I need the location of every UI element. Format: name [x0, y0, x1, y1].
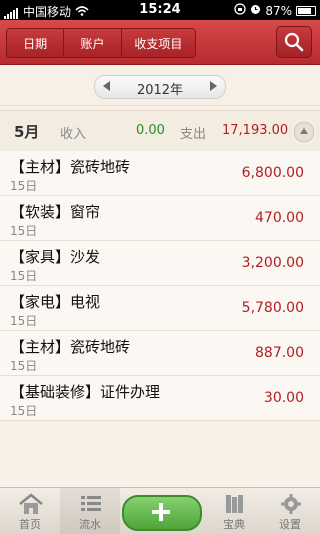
entry-amount: 3,200.00 [241, 255, 304, 271]
entry-title: 【基础装修】证件办理 [10, 383, 161, 401]
list-item[interactable]: 【软装】窗帘 15日 470.00 [0, 196, 320, 241]
tab-home[interactable]: 首页 [0, 488, 60, 534]
entry-amount: 30.00 [263, 390, 304, 406]
home-icon [19, 493, 43, 514]
collapse-toggle-icon[interactable] [294, 122, 314, 142]
add-entry-button[interactable] [122, 495, 202, 531]
entry-date: 15日 [10, 269, 38, 283]
bottom-tab-bar: 首页 流水 宝典 设置 [0, 487, 320, 534]
year-selector-bar: 2012年 [0, 65, 320, 106]
next-year-button[interactable] [210, 81, 217, 91]
entry-date: 15日 [10, 359, 38, 373]
segment-account[interactable]: 账户 [64, 29, 122, 57]
entry-date: 15日 [10, 404, 38, 418]
entry-title: 【主材】瓷砖地砖 [10, 158, 131, 176]
battery-percent: 87% [265, 3, 292, 18]
list-icon [81, 496, 101, 511]
entry-date: 15日 [10, 314, 38, 328]
tab-guide[interactable]: 宝典 [204, 488, 264, 534]
rotation-lock-icon [234, 3, 246, 18]
battery-icon [296, 5, 316, 16]
tab-flow-label: 流水 [79, 518, 101, 531]
gear-icon [281, 494, 301, 514]
status-bar: 中国移动 15:24 87% [0, 0, 320, 20]
tab-settings[interactable]: 设置 [260, 488, 320, 534]
year-label: 2012年 [136, 83, 184, 98]
entry-title: 【家电】电视 [10, 293, 101, 311]
search-button[interactable] [276, 26, 312, 58]
list-item[interactable]: 【家具】沙发 15日 3,200.00 [0, 241, 320, 286]
entry-amount: 470.00 [255, 210, 304, 226]
entry-date: 15日 [10, 224, 38, 238]
entry-title: 【主材】瓷砖地砖 [10, 338, 131, 356]
list-item[interactable]: 【主材】瓷砖地砖 15日 887.00 [0, 331, 320, 376]
alarm-icon [250, 4, 261, 18]
segment-date[interactable]: 日期 [7, 29, 65, 57]
entry-amount: 887.00 [255, 345, 304, 361]
list-item[interactable]: 【家电】电视 15日 5,780.00 [0, 286, 320, 331]
month-label: 5月 [14, 123, 40, 141]
expense-label: 支出 [180, 127, 207, 142]
entry-title: 【软装】窗帘 [10, 203, 101, 221]
income-label: 收入 [60, 127, 87, 142]
year-selector: 2012年 [94, 75, 226, 99]
tab-settings-label: 设置 [279, 518, 301, 531]
tab-home-label: 首页 [19, 518, 41, 531]
view-segmented-control: 日期 账户 收支项目 [6, 28, 196, 58]
list-item[interactable]: 【基础装修】证件办理 15日 30.00 [0, 376, 320, 421]
entry-list: 【主材】瓷砖地砖 15日 6,800.00 【软装】窗帘 15日 470.00 … [0, 151, 320, 421]
tab-guide-label: 宝典 [223, 518, 245, 531]
entry-date: 15日 [10, 179, 38, 193]
plus-icon [152, 503, 170, 521]
entry-amount: 5,780.00 [241, 300, 304, 316]
expense-value: 17,193.00 [222, 123, 289, 138]
search-icon [284, 32, 304, 52]
list-item[interactable]: 【主材】瓷砖地砖 15日 6,800.00 [0, 151, 320, 196]
entry-amount: 6,800.00 [241, 165, 304, 181]
income-value: 0.00 [136, 123, 165, 138]
app-header: 日期 账户 收支项目 [0, 20, 320, 65]
segment-category[interactable]: 收支项目 [121, 29, 195, 57]
month-summary-header[interactable]: 5月 收入 0.00 支出 17,193.00 [0, 110, 320, 152]
entry-title: 【家具】沙发 [10, 248, 101, 266]
tab-flow[interactable]: 流水 [60, 488, 120, 534]
books-icon [226, 495, 243, 513]
